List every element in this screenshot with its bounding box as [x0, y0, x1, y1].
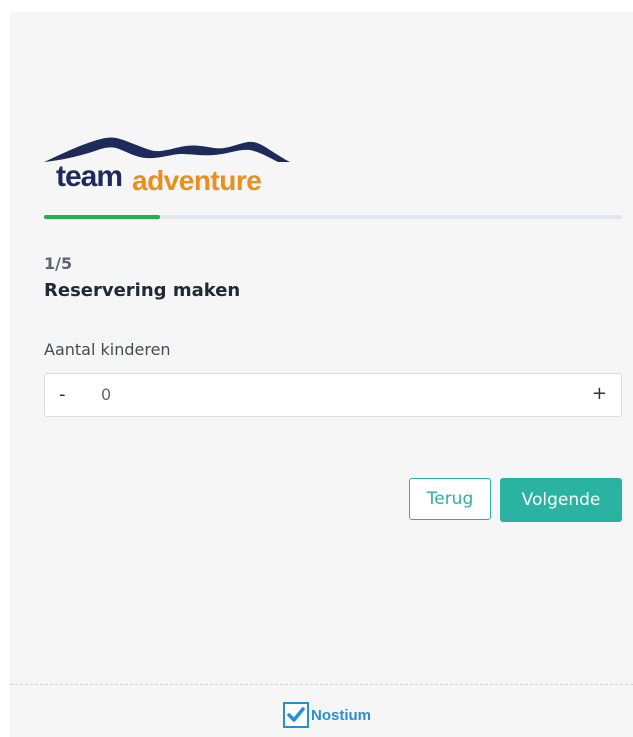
- logo-word-adventure: adventure: [132, 165, 262, 196]
- progress-bar: [44, 215, 622, 219]
- brand-name: Nostium: [311, 706, 371, 724]
- children-count-label: Aantal kinderen: [44, 340, 171, 359]
- logo-word-team: team: [56, 160, 123, 193]
- page-title: Reservering maken: [44, 280, 241, 301]
- progress-fill: [44, 215, 160, 219]
- step-counter: 1/5: [44, 254, 73, 273]
- decrement-button[interactable]: -: [59, 384, 66, 405]
- back-button[interactable]: Terug: [409, 478, 491, 520]
- footer-divider: [10, 684, 633, 685]
- team-adventure-logo: team adventure: [42, 132, 292, 212]
- children-count-stepper: - +: [44, 373, 622, 417]
- check-icon: [283, 702, 309, 728]
- increment-button[interactable]: +: [592, 383, 607, 404]
- booking-panel: team adventure 1/5 Reservering maken Aan…: [10, 12, 633, 737]
- children-count-input[interactable]: [101, 385, 301, 404]
- nostium-brand[interactable]: Nostium: [283, 698, 371, 732]
- next-button[interactable]: Volgende: [500, 478, 622, 522]
